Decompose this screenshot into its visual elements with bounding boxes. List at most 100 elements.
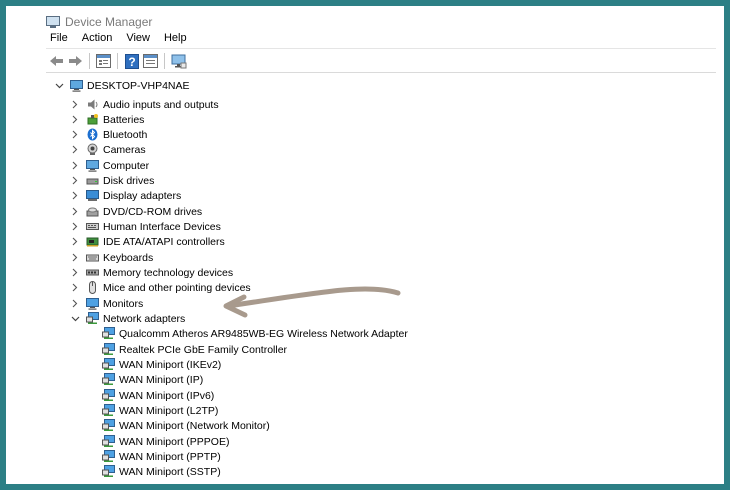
network-adapter-icon (102, 343, 115, 356)
tree-item-label: Bluetooth (103, 128, 148, 141)
chevron-right-icon[interactable] (70, 237, 80, 247)
network-adapter-item[interactable]: WAN Miniport (PPTP) (102, 449, 221, 464)
scan-hardware-icon[interactable] (170, 53, 187, 70)
menu-file[interactable]: File (50, 32, 68, 48)
computer-icon (86, 159, 99, 172)
tree-root-label: DESKTOP-VHP4NAE (87, 79, 190, 92)
tree-item-network-adapters[interactable]: Network adapters (70, 311, 185, 326)
tree-item-label: Batteries (103, 113, 145, 126)
menu-help[interactable]: Help (164, 32, 187, 48)
tree-item-bluetooth[interactable]: Bluetooth (70, 127, 147, 142)
chevron-right-icon[interactable] (70, 145, 80, 155)
chevron-right-icon[interactable] (70, 268, 80, 278)
menu-action[interactable]: Action (82, 32, 113, 48)
adapter-label: WAN Miniport (SSTP) (119, 465, 221, 478)
chevron-down-icon[interactable] (70, 314, 80, 324)
tree-item-ide-controllers[interactable]: IDE ATA/ATAPI controllers (70, 234, 225, 249)
network-adapter-item[interactable]: WAN Miniport (IPv6) (102, 388, 214, 403)
menu-view[interactable]: View (126, 32, 150, 48)
help-icon[interactable]: ? (123, 53, 140, 70)
chevron-right-icon[interactable] (70, 130, 80, 140)
update-driver-icon[interactable] (142, 53, 159, 70)
chevron-right-icon[interactable] (70, 191, 80, 201)
tree-item-label: Disk drives (103, 174, 155, 187)
svg-text:?: ? (128, 55, 135, 69)
toolbar-separator (164, 53, 165, 69)
toolbar-divider (46, 72, 716, 73)
menu-bar: File Action View Help (50, 32, 201, 48)
chevron-right-icon[interactable] (70, 176, 80, 186)
network-adapter-item[interactable]: WAN Miniport (PPPOE) (102, 434, 229, 449)
tree-item-label: IDE ATA/ATAPI controllers (103, 235, 225, 248)
chevron-right-icon[interactable] (70, 115, 80, 125)
menu-divider (46, 48, 716, 49)
tree-item-label: Memory technology devices (103, 266, 234, 279)
device-manager-app-icon (46, 15, 60, 29)
tree-item-dvd-drives[interactable]: DVD/CD-ROM drives (70, 204, 202, 219)
battery-icon (86, 113, 99, 126)
chevron-right-icon[interactable] (70, 283, 80, 293)
network-adapter-item[interactable]: WAN Miniport (L2TP) (102, 403, 218, 418)
tree-item-disk-drives[interactable]: Disk drives (70, 173, 154, 188)
tree-item-label: Network adapters (103, 312, 186, 325)
adapter-label: WAN Miniport (IPv6) (119, 389, 215, 402)
adapter-label: WAN Miniport (PPPOE) (119, 435, 230, 448)
mouse-icon (86, 281, 99, 294)
toolbar: ? (48, 51, 189, 71)
toolbar-separator (89, 53, 90, 69)
forward-arrow-icon[interactable] (67, 53, 84, 70)
adapter-label: WAN Miniport (IKEv2) (119, 358, 222, 371)
chevron-right-icon[interactable] (70, 161, 80, 171)
tree-item-mice[interactable]: Mice and other pointing devices (70, 280, 251, 295)
tree-item-cameras[interactable]: Cameras (70, 142, 146, 157)
chevron-right-icon[interactable] (70, 222, 80, 232)
adapter-label: WAN Miniport (PPTP) (119, 450, 221, 463)
tree-item-keyboards[interactable]: Keyboards (70, 250, 153, 265)
tree-item-computer[interactable]: Computer (70, 158, 149, 173)
tree-item-label: Computer (103, 159, 150, 172)
network-adapter-item[interactable]: WAN Miniport (IP) (102, 372, 203, 387)
camera-icon (86, 143, 99, 156)
tree-item-label: Mice and other pointing devices (103, 281, 251, 294)
chevron-right-icon[interactable] (70, 207, 80, 217)
disk-drive-icon (86, 174, 99, 187)
tree-item-hid[interactable]: Human Interface Devices (70, 219, 221, 234)
tree-item-label: Cameras (103, 143, 146, 156)
ide-controller-icon (86, 235, 99, 248)
network-adapter-item[interactable]: WAN Miniport (IKEv2) (102, 357, 221, 372)
network-adapter-icon (102, 327, 115, 340)
chevron-right-icon[interactable] (70, 100, 80, 110)
adapter-label: Realtek PCIe GbE Family Controller (119, 343, 288, 356)
tree-item-batteries[interactable]: Batteries (70, 112, 144, 127)
adapter-label: WAN Miniport (L2TP) (119, 404, 219, 417)
back-arrow-icon[interactable] (48, 53, 65, 70)
tree-item-display-adapters[interactable]: Display adapters (70, 188, 181, 203)
tree-item-monitors[interactable]: Monitors (70, 296, 143, 311)
bluetooth-icon (86, 128, 99, 141)
network-adapter-icon (102, 389, 115, 402)
network-adapter-icon (86, 312, 99, 325)
device-manager-window: Device Manager File Action View Help ? D… (6, 6, 724, 484)
chevron-right-icon[interactable] (70, 299, 80, 309)
memory-icon (86, 266, 99, 279)
network-adapter-icon (102, 465, 115, 478)
window-title: Device Manager (65, 15, 153, 29)
computer-icon (70, 79, 83, 92)
chevron-down-icon[interactable] (54, 81, 64, 91)
tree-item-label: Human Interface Devices (103, 220, 221, 233)
network-adapter-item[interactable]: WAN Miniport (Network Monitor) (102, 418, 270, 433)
network-adapter-item[interactable]: Realtek PCIe GbE Family Controller (102, 342, 287, 357)
chevron-right-icon[interactable] (70, 253, 80, 263)
tree-item-memory-devices[interactable]: Memory technology devices (70, 265, 233, 280)
adapter-label: WAN Miniport (Network Monitor) (119, 419, 270, 432)
network-adapter-icon (102, 435, 115, 448)
network-adapter-icon (102, 358, 115, 371)
properties-icon[interactable] (95, 53, 112, 70)
tree-root-computer[interactable]: DESKTOP-VHP4NAE (54, 78, 190, 93)
network-adapter-item[interactable]: WAN Miniport (SSTP) (102, 464, 221, 479)
network-adapter-item[interactable]: Qualcomm Atheros AR9485WB-EG Wireless Ne… (102, 326, 408, 341)
network-adapter-icon (102, 404, 115, 417)
hid-icon (86, 220, 99, 233)
speaker-icon (86, 98, 99, 111)
tree-item-audio[interactable]: Audio inputs and outputs (70, 97, 219, 112)
